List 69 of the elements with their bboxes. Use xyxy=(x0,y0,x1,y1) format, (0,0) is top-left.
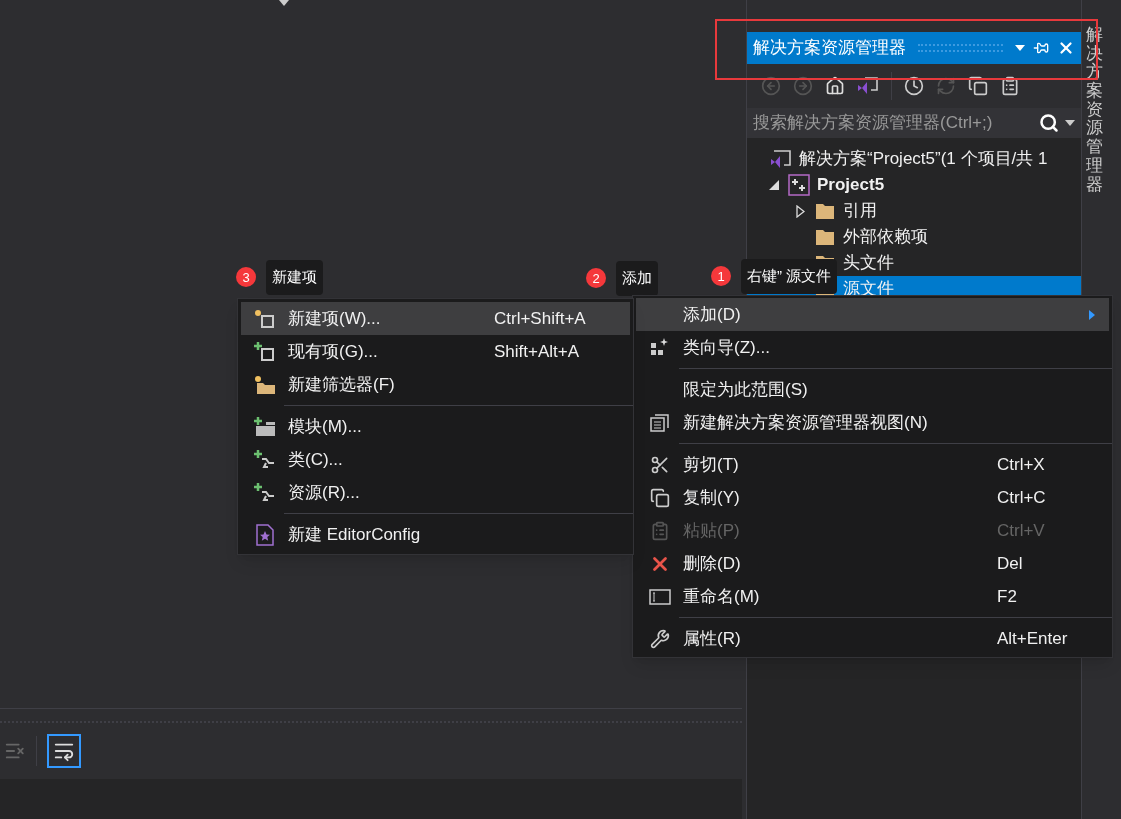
add-item-icon xyxy=(253,341,276,362)
menu-item[interactable]: 现有项(G)... Shift+Alt+A xyxy=(241,335,630,368)
menu-item[interactable]: 类向导(Z)... xyxy=(636,331,1109,364)
word-wrap-button[interactable] xyxy=(47,734,81,768)
new-item-icon xyxy=(253,308,276,329)
wrench-icon xyxy=(649,628,670,649)
class-icon xyxy=(253,449,276,470)
close-icon[interactable] xyxy=(1057,39,1075,57)
module-icon xyxy=(253,416,276,437)
menu-item[interactable]: 剪切(T) Ctrl+X xyxy=(636,448,1109,481)
dropdown-arrow-icon[interactable] xyxy=(279,0,289,6)
project-icon xyxy=(788,174,810,196)
menu-item[interactable]: 新建 EditorConfig xyxy=(241,518,630,551)
tree-row[interactable]: 解决方案“Project5”(1 个项目/共 1 xyxy=(747,146,1081,172)
folder-icon xyxy=(815,202,835,220)
step-badge: 2 xyxy=(586,268,606,289)
history-icon[interactable] xyxy=(904,76,924,96)
step-badge: 3 xyxy=(236,267,256,288)
folder-icon xyxy=(253,374,276,395)
menu-item[interactable]: 删除(D) Del xyxy=(636,547,1109,580)
dropdown-arrow-icon[interactable] xyxy=(1015,45,1025,51)
tree-label: 外部依赖项 xyxy=(843,226,928,249)
step-badge: 1 xyxy=(711,266,731,287)
tree-row[interactable]: Project5 xyxy=(747,172,1081,198)
back-icon[interactable] xyxy=(761,76,781,96)
menu-item[interactable]: 限定为此范围(S) xyxy=(636,373,1109,406)
menu-item[interactable]: 属性(R) Alt+Enter xyxy=(636,622,1109,655)
tree-label: 解决方案“Project5”(1 个项目/共 1 xyxy=(799,148,1048,171)
copy-icon xyxy=(649,487,670,508)
search-icon[interactable] xyxy=(1039,113,1059,133)
grip-handle[interactable] xyxy=(918,44,1003,52)
pin-icon[interactable] xyxy=(1033,40,1049,56)
menu-item[interactable]: 新建解决方案资源管理器视图(N) xyxy=(636,406,1109,439)
menu-item[interactable]: 重命名(M) F2 xyxy=(636,580,1109,613)
dropdown-arrow-icon[interactable] xyxy=(1065,120,1075,126)
menu-item[interactable]: 资源(R)... xyxy=(241,476,630,509)
callout-tooltip: 右键” 源文件 xyxy=(741,259,838,294)
forward-icon[interactable] xyxy=(793,76,813,96)
panel-title: 解决方案资源管理器 xyxy=(753,37,906,60)
wizard-icon xyxy=(650,337,669,358)
cut-icon xyxy=(649,454,670,475)
collapsed-arrow-icon[interactable] xyxy=(796,204,805,218)
menu-item[interactable]: 复制(Y) Ctrl+C xyxy=(636,481,1109,514)
callout-tooltip: 新建项 xyxy=(266,260,323,295)
menu-item[interactable]: 模块(M)... xyxy=(241,410,630,443)
solution-view-icon[interactable] xyxy=(857,76,879,96)
submenu-arrow-icon xyxy=(1089,309,1095,320)
callout-tooltip: 添加 xyxy=(616,261,658,296)
folder-icon xyxy=(815,228,835,246)
tree-row[interactable]: 外部依赖项 xyxy=(747,224,1081,250)
menu-item[interactable]: 新建筛选器(F) xyxy=(241,368,630,401)
tree-label: 引用 xyxy=(843,200,877,223)
solution-icon xyxy=(770,149,792,169)
class-icon xyxy=(253,482,276,503)
search-input[interactable]: 搜索解决方案资源管理器(Ctrl+;) xyxy=(753,110,1039,136)
config-file-icon xyxy=(255,523,274,546)
menu-item[interactable]: 添加(D) xyxy=(636,298,1109,331)
tree-label: Project5 xyxy=(817,174,885,197)
search-field[interactable]: 搜索解决方案资源管理器(Ctrl+;) xyxy=(747,108,1081,138)
rename-icon xyxy=(648,588,671,605)
expanded-arrow-icon[interactable] xyxy=(769,180,779,190)
tree-label: 头文件 xyxy=(843,252,894,275)
menu-item[interactable]: 新建项(W)... Ctrl+Shift+A xyxy=(241,302,630,335)
window-list-icon xyxy=(649,412,670,433)
menu-item[interactable]: 类(C)... xyxy=(241,443,630,476)
tree-row[interactable]: 引用 xyxy=(747,198,1081,224)
home-icon[interactable] xyxy=(825,76,845,96)
properties-icon[interactable] xyxy=(1000,76,1020,96)
collapse-icon[interactable] xyxy=(968,76,988,96)
